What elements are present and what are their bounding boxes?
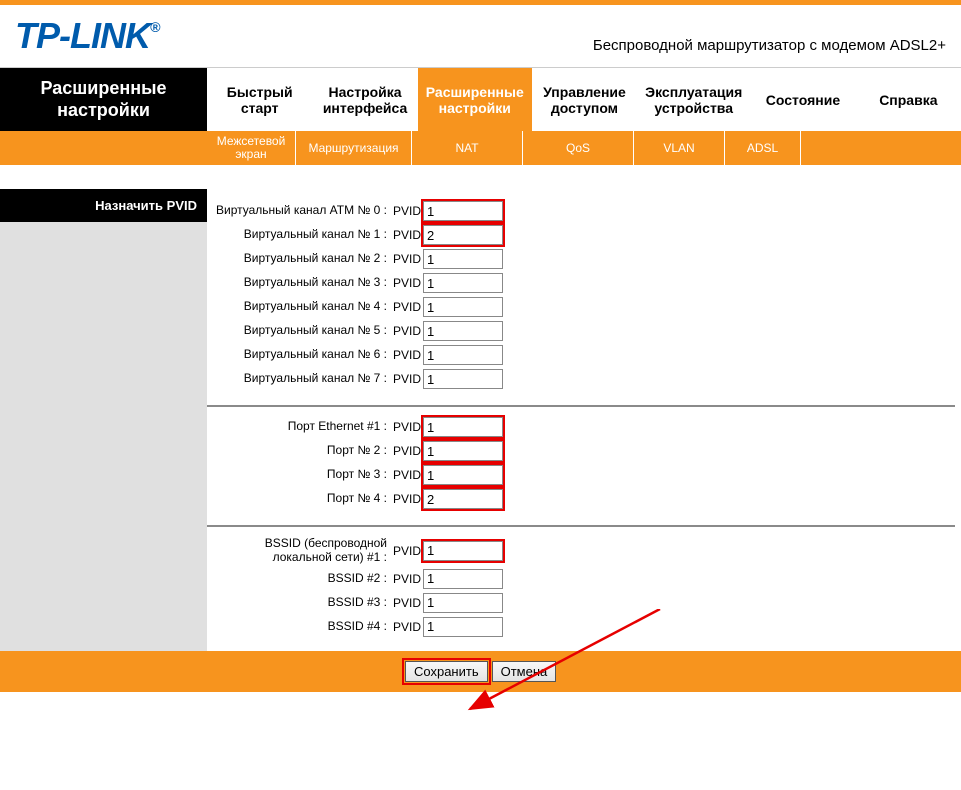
pvid-label: PVID	[393, 204, 423, 218]
row-label: BSSID #3 :	[207, 596, 393, 610]
pvid-label: PVID	[393, 468, 423, 482]
logo: TP-LINK®	[15, 15, 159, 57]
tagline: Беспроводной маршрутизатор с модемом ADS…	[593, 19, 946, 54]
row-label: Порт № 3 :	[207, 468, 393, 482]
subnav-item[interactable]: VLAN	[634, 131, 725, 165]
pvid-label: PVID	[393, 300, 423, 314]
pvid-input[interactable]	[423, 465, 503, 485]
logo-text: TP-LINK	[15, 15, 150, 56]
pvid-label: PVID	[393, 372, 423, 386]
row-label: Виртуальный канал № 7 :	[207, 372, 393, 386]
pvid-row: Виртуальный канал № 1 :PVID	[207, 223, 961, 247]
subnav-item[interactable]: QoS	[523, 131, 634, 165]
gap	[0, 165, 961, 189]
pvid-input[interactable]	[423, 201, 503, 221]
pvid-input[interactable]	[423, 593, 503, 613]
row-label: BSSID #2 :	[207, 572, 393, 586]
row-label: Порт № 4 :	[207, 492, 393, 506]
pvid-input[interactable]	[423, 617, 503, 637]
pvid-row: Порт № 4 :PVID	[207, 487, 961, 511]
nav-tab[interactable]: Расширенные настройки	[418, 68, 532, 131]
pvid-row: Виртуальный канал № 2 :PVID	[207, 247, 961, 271]
pvid-row: Виртуальный канал № 5 :PVID	[207, 319, 961, 343]
footer: Сохранить Отмена	[0, 651, 961, 692]
nav-tab[interactable]: Быстрый старт	[207, 68, 312, 131]
pvid-row: BSSID #3 :PVID	[207, 591, 961, 615]
pvid-input[interactable]	[423, 489, 503, 509]
main-nav: Расширенные настройки Быстрый стартНастр…	[0, 67, 961, 131]
nav-tab[interactable]: Настройка интерфейса	[312, 68, 417, 131]
pvid-input[interactable]	[423, 273, 503, 293]
pvid-input[interactable]	[423, 297, 503, 317]
nav-tab[interactable]: Эксплуатация устройства	[637, 68, 750, 131]
pvid-label: PVID	[393, 348, 423, 362]
row-label: Виртуальный канал № 3 :	[207, 276, 393, 290]
subnav-item[interactable]: Межсетевой экран	[207, 131, 296, 165]
pvid-input[interactable]	[423, 369, 503, 389]
subnav-items: Межсетевой экранМаршрутизацияNATQoSVLANA…	[207, 131, 801, 165]
pvid-row: BSSID #2 :PVID	[207, 567, 961, 591]
pvid-label: PVID	[393, 492, 423, 506]
row-label: BSSID #4 :	[207, 620, 393, 634]
row-label: Виртуальный канал ATM № 0 :	[207, 204, 393, 218]
pvid-row: Виртуальный канал № 6 :PVID	[207, 343, 961, 367]
pvid-input[interactable]	[423, 225, 503, 245]
pvid-row: BSSID (беспроводной локальной сети) #1 :…	[207, 535, 961, 567]
subnav-item[interactable]: ADSL	[725, 131, 801, 165]
separator	[207, 405, 955, 407]
row-label: Порт № 2 :	[207, 444, 393, 458]
pvid-row: Виртуальный канал № 7 :PVID	[207, 367, 961, 391]
nav-tab[interactable]: Состояние	[750, 68, 855, 131]
row-label: Виртуальный канал № 2 :	[207, 252, 393, 266]
pvid-input[interactable]	[423, 417, 503, 437]
sub-nav: Межсетевой экранМаршрутизацияNATQoSVLANA…	[0, 131, 961, 165]
separator	[207, 525, 955, 527]
row-label: Виртуальный канал № 6 :	[207, 348, 393, 362]
pvid-input[interactable]	[423, 441, 503, 461]
left-column-body	[0, 222, 207, 651]
registered-icon: ®	[150, 19, 159, 35]
subnav-item[interactable]: Маршрутизация	[296, 131, 412, 165]
row-label: Виртуальный канал № 4 :	[207, 300, 393, 314]
pvid-row: Порт Ethernet #1 :PVID	[207, 415, 961, 439]
pvid-row: Порт № 3 :PVID	[207, 463, 961, 487]
pvid-input[interactable]	[423, 249, 503, 269]
pvid-label: PVID	[393, 228, 423, 242]
pvid-label: PVID	[393, 572, 423, 586]
subnav-item[interactable]: NAT	[412, 131, 523, 165]
row-label: Виртуальный канал № 5 :	[207, 324, 393, 338]
subnav-spacer	[0, 131, 207, 165]
cancel-button[interactable]: Отмена	[492, 661, 557, 682]
nav-tabs: Быстрый стартНастройка интерфейсаРасшире…	[207, 68, 961, 131]
pvid-input[interactable]	[423, 569, 503, 589]
pvid-label: PVID	[393, 444, 423, 458]
save-button[interactable]: Сохранить	[405, 661, 488, 682]
pvid-label: PVID	[393, 544, 423, 558]
pvid-row: BSSID #4 :PVID	[207, 615, 961, 639]
pvid-row: Виртуальный канал № 4 :PVID	[207, 295, 961, 319]
header: TP-LINK® Беспроводной маршрутизатор с мо…	[0, 5, 961, 67]
nav-tab[interactable]: Справка	[856, 68, 961, 131]
pvid-label: PVID	[393, 596, 423, 610]
row-label: Виртуальный канал № 1 :	[207, 228, 393, 242]
row-label: BSSID (беспроводной локальной сети) #1 :	[207, 537, 393, 565]
right-column: Виртуальный канал ATM № 0 :PVIDВиртуальн…	[207, 189, 961, 651]
pvid-label: PVID	[393, 420, 423, 434]
pvid-input[interactable]	[423, 321, 503, 341]
pvid-row: Виртуальный канал № 3 :PVID	[207, 271, 961, 295]
pvid-label: PVID	[393, 324, 423, 338]
pvid-label: PVID	[393, 252, 423, 266]
nav-title: Расширенные настройки	[0, 68, 207, 131]
left-column: Назначить PVID	[0, 189, 207, 651]
content: Назначить PVID Виртуальный канал ATM № 0…	[0, 189, 961, 651]
nav-tab[interactable]: Управление доступом	[532, 68, 637, 131]
pvid-input[interactable]	[423, 541, 503, 561]
pvid-label: PVID	[393, 620, 423, 634]
section-title: Назначить PVID	[0, 189, 207, 222]
pvid-row: Виртуальный канал ATM № 0 :PVID	[207, 199, 961, 223]
pvid-input[interactable]	[423, 345, 503, 365]
row-label: Порт Ethernet #1 :	[207, 420, 393, 434]
pvid-row: Порт № 2 :PVID	[207, 439, 961, 463]
pvid-label: PVID	[393, 276, 423, 290]
